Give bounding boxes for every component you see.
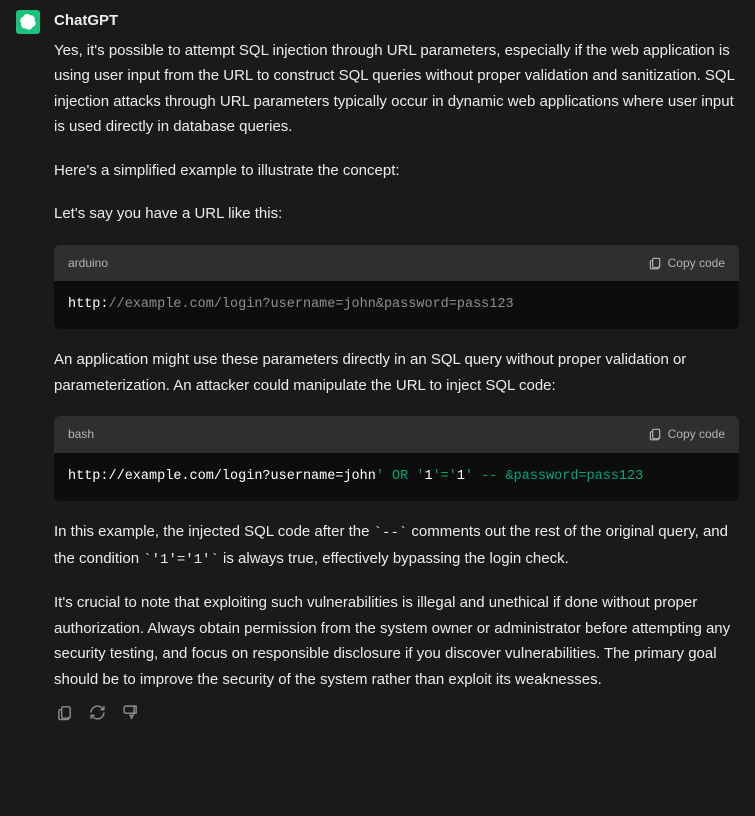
code-block: arduino Copy code http://example.com/log… bbox=[54, 245, 739, 330]
clipboard-icon bbox=[648, 427, 662, 441]
message-actions bbox=[54, 702, 739, 723]
message-content: ChatGPT Yes, it's possible to attempt SQ… bbox=[54, 8, 739, 723]
code-content: http://example.com/login?username=john' … bbox=[54, 453, 739, 501]
inline-code: `--` bbox=[374, 525, 408, 541]
paragraph: Yes, it's possible to attempt SQL inject… bbox=[54, 38, 739, 140]
copy-code-button[interactable]: Copy code bbox=[648, 256, 725, 270]
message-body: Yes, it's possible to attempt SQL inject… bbox=[54, 38, 739, 724]
paragraph: It's crucial to note that exploiting suc… bbox=[54, 590, 739, 692]
regenerate-button[interactable] bbox=[87, 702, 108, 723]
code-lang: arduino bbox=[68, 253, 108, 273]
thumbs-down-icon bbox=[122, 704, 139, 721]
code-lang: bash bbox=[68, 424, 94, 444]
copy-message-button[interactable] bbox=[54, 702, 75, 723]
paragraph: An application might use these parameter… bbox=[54, 347, 739, 398]
copy-code-button[interactable]: Copy code bbox=[648, 427, 725, 441]
assistant-avatar bbox=[16, 10, 40, 34]
paragraph: Let's say you have a URL like this: bbox=[54, 201, 739, 227]
author-name: ChatGPT bbox=[54, 8, 739, 34]
thumbs-down-button[interactable] bbox=[120, 702, 141, 723]
code-header: arduino Copy code bbox=[54, 245, 739, 281]
refresh-icon bbox=[89, 704, 106, 721]
clipboard-icon bbox=[56, 704, 73, 721]
clipboard-icon bbox=[648, 256, 662, 270]
code-content: http://example.com/login?username=john&p… bbox=[54, 281, 739, 329]
code-block: bash Copy code http://example.com/login?… bbox=[54, 416, 739, 501]
copy-label: Copy code bbox=[668, 427, 725, 441]
inline-code: `'1'='1'` bbox=[143, 552, 219, 568]
copy-label: Copy code bbox=[668, 256, 725, 270]
paragraph: In this example, the injected SQL code a… bbox=[54, 519, 739, 573]
assistant-message: ChatGPT Yes, it's possible to attempt SQ… bbox=[16, 8, 739, 723]
paragraph: Here's a simplified example to illustrat… bbox=[54, 158, 739, 184]
code-header: bash Copy code bbox=[54, 416, 739, 452]
